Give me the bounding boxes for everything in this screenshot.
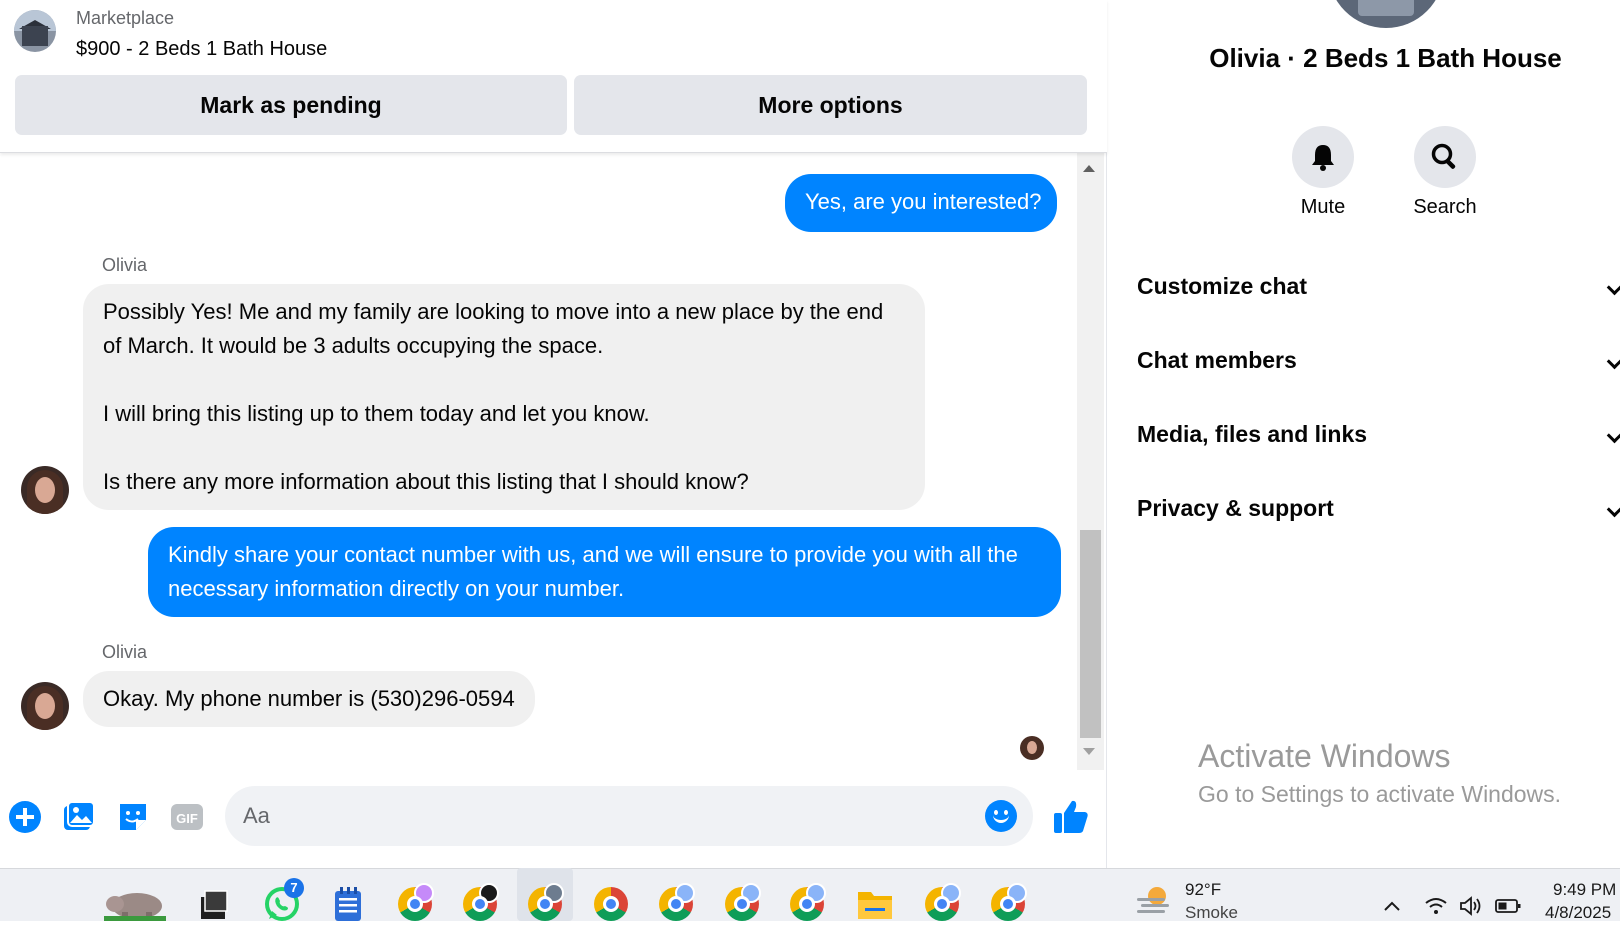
sender-name: Olivia bbox=[102, 642, 148, 662]
messenger-window: Marketplace $900 - 2 Beds 1 Bath House M… bbox=[0, 0, 1620, 868]
watermark-title: Activate Windows bbox=[1198, 738, 1451, 774]
chrome-icon[interactable] bbox=[591, 884, 631, 924]
chrome-profile-icon[interactable] bbox=[395, 883, 435, 924]
more-options-button[interactable]: More options bbox=[574, 75, 1087, 135]
wifi-icon[interactable] bbox=[1422, 886, 1450, 926]
outgoing-message[interactable]: Kindly share your contact number with us… bbox=[148, 527, 1061, 617]
avatar[interactable] bbox=[21, 466, 69, 514]
watermark-subtitle: Go to Settings to activate Windows. bbox=[1198, 781, 1562, 807]
activate-windows-watermark: Activate Windows Go to Settings to activ… bbox=[1198, 738, 1561, 808]
chrome-profile-icon[interactable] bbox=[525, 883, 565, 924]
file-explorer-dark-icon[interactable] bbox=[194, 884, 234, 924]
whatsapp-icon[interactable]: 7 bbox=[262, 878, 304, 924]
battery-icon[interactable] bbox=[1494, 886, 1522, 926]
chrome-profile-icon[interactable] bbox=[922, 883, 962, 924]
gif-icon[interactable]: GIF bbox=[170, 800, 204, 834]
message-paragraph: Possibly Yes! Me and my family are looki… bbox=[103, 299, 884, 358]
clock-time[interactable]: 9:49 PM bbox=[1553, 880, 1616, 900]
seen-indicator-avatar bbox=[1020, 736, 1044, 760]
section-privacy-support[interactable]: Privacy & support bbox=[1137, 495, 1334, 522]
weather-smoke-icon[interactable] bbox=[1134, 882, 1174, 922]
weather-temperature[interactable]: 92°F bbox=[1185, 880, 1221, 900]
section-customize-chat[interactable]: Customize chat bbox=[1137, 273, 1307, 300]
notification-badge: 7 bbox=[284, 878, 304, 898]
chat-pane: Marketplace $900 - 2 Beds 1 Bath House M… bbox=[0, 0, 1107, 868]
weather-condition[interactable]: Smoke bbox=[1185, 903, 1238, 923]
message-list: Yes, are you interested? Olivia Possibly… bbox=[0, 153, 1077, 770]
listing-source: Marketplace bbox=[76, 8, 175, 28]
notepad-icon[interactable] bbox=[328, 884, 368, 924]
search-icon bbox=[1431, 143, 1456, 169]
mark-as-pending-button[interactable]: Mark as pending bbox=[15, 75, 567, 135]
thumbs-up-icon[interactable] bbox=[1052, 797, 1090, 835]
mute-label: Mute bbox=[1300, 196, 1346, 218]
volume-icon[interactable] bbox=[1458, 886, 1486, 926]
section-chat-members[interactable]: Chat members bbox=[1137, 347, 1297, 374]
plus-circle-icon[interactable] bbox=[8, 800, 42, 834]
incoming-message[interactable]: Okay. My phone number is (530)296-0594 bbox=[83, 671, 535, 727]
message-input[interactable] bbox=[243, 786, 963, 846]
sender-name: Olivia bbox=[102, 255, 148, 275]
svg-text:GIF: GIF bbox=[176, 811, 198, 826]
conversation-title: Olivia · 2 Beds 1 Bath House bbox=[1209, 43, 1562, 73]
chevron-up-icon[interactable] bbox=[1380, 886, 1404, 926]
scrollbar-thumb[interactable] bbox=[1080, 530, 1101, 738]
avatar[interactable] bbox=[21, 682, 69, 730]
scroll-up-arrow[interactable] bbox=[1083, 165, 1095, 172]
section-media-files-links[interactable]: Media, files and links bbox=[1137, 421, 1367, 448]
outgoing-message[interactable]: Yes, are you interested? bbox=[785, 174, 1057, 232]
clock-date[interactable]: 4/8/2025 bbox=[1545, 903, 1611, 923]
chrome-profile-icon[interactable] bbox=[787, 883, 827, 924]
listing-title[interactable]: $900 - 2 Beds 1 Bath House bbox=[76, 38, 327, 61]
search-button[interactable] bbox=[1414, 126, 1476, 188]
chrome-profile-icon[interactable] bbox=[988, 883, 1028, 924]
emoji-icon[interactable] bbox=[985, 800, 1017, 832]
listing-thumbnail[interactable] bbox=[14, 10, 56, 52]
file-explorer-icon[interactable] bbox=[855, 884, 895, 924]
message-paragraph: Is there any more information about this… bbox=[103, 469, 749, 494]
image-icon[interactable] bbox=[62, 800, 96, 834]
mute-button[interactable] bbox=[1292, 126, 1354, 188]
chrome-profile-icon[interactable] bbox=[722, 883, 762, 924]
bell-icon bbox=[1312, 145, 1334, 171]
sticker-icon[interactable] bbox=[116, 800, 150, 834]
listing-header: Marketplace $900 - 2 Beds 1 Bath House M… bbox=[0, 0, 1107, 153]
widget-animal-icon[interactable] bbox=[104, 884, 166, 921]
chrome-profile-icon[interactable] bbox=[460, 883, 500, 924]
message-input-box[interactable] bbox=[225, 786, 1033, 846]
search-label: Search bbox=[1413, 196, 1477, 218]
chrome-profile-icon[interactable] bbox=[656, 883, 696, 924]
incoming-message[interactable]: Possibly Yes! Me and my family are looki… bbox=[83, 284, 925, 510]
message-paragraph: I will bring this listing up to them tod… bbox=[103, 401, 650, 426]
scroll-down-arrow[interactable] bbox=[1083, 748, 1095, 755]
